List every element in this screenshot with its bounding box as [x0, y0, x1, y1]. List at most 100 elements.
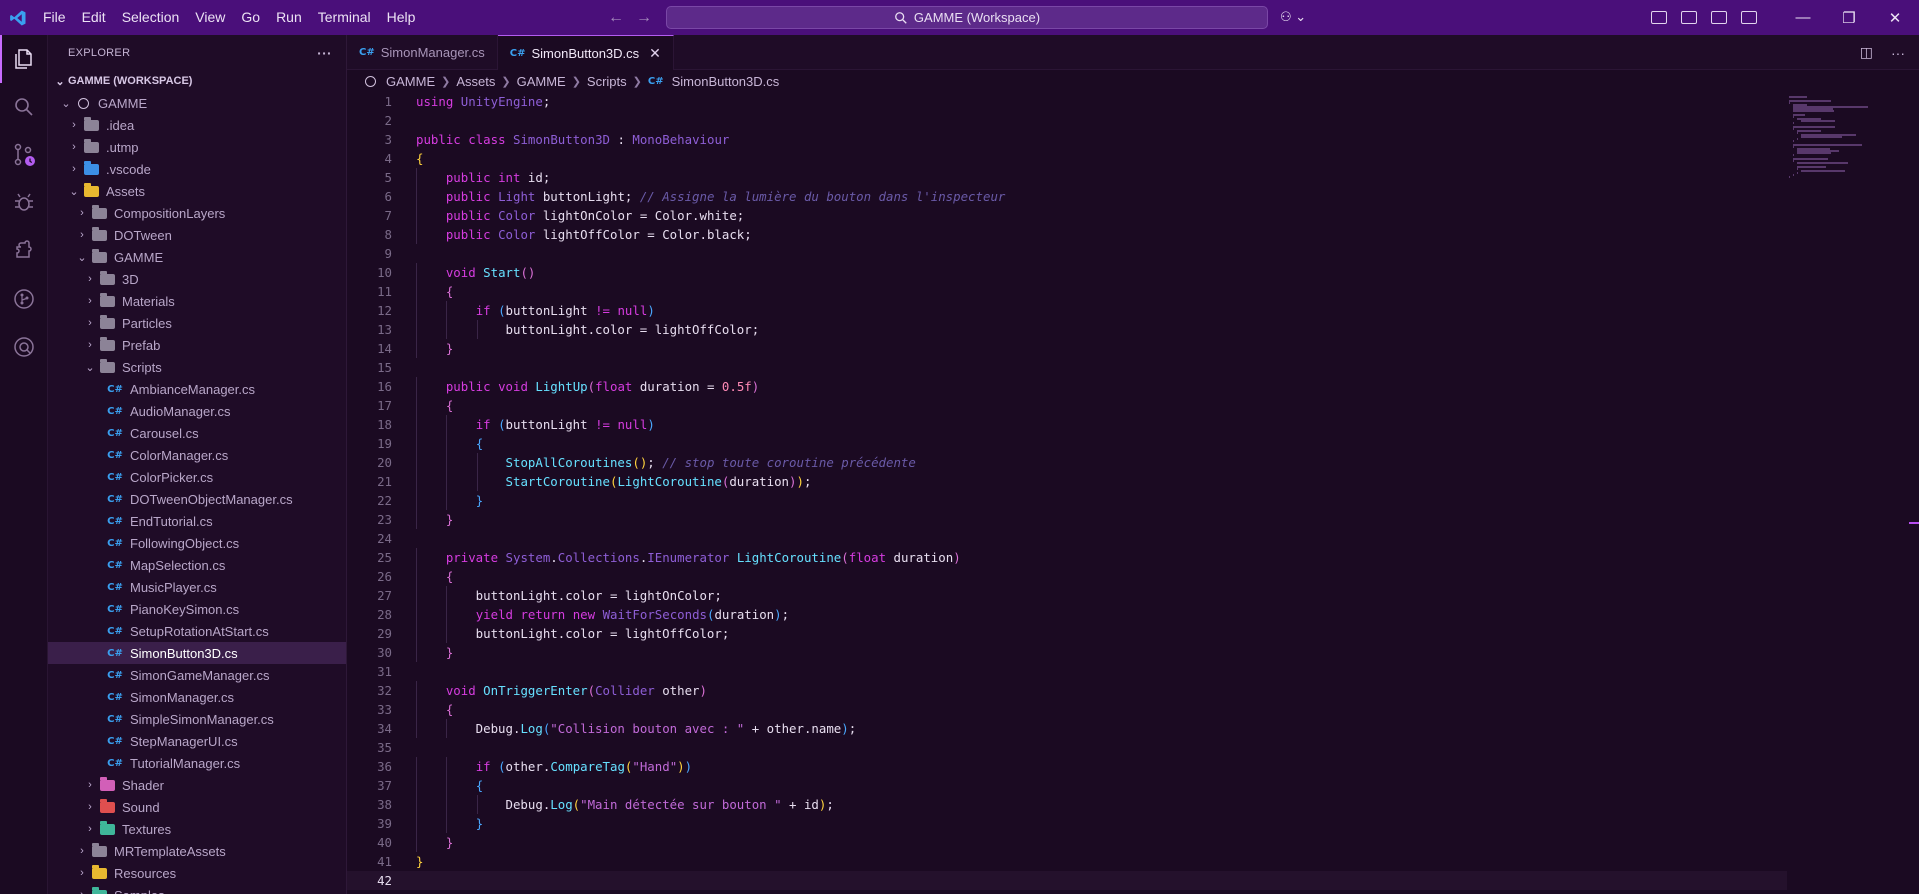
code-line[interactable]: 9 — [347, 244, 1787, 263]
run-debug-icon[interactable] — [0, 179, 48, 227]
breadcrumb-item[interactable]: SimonButton3D.cs — [672, 74, 780, 89]
code-line[interactable]: 35 — [347, 738, 1787, 757]
menu-help[interactable]: Help — [379, 0, 424, 35]
menu-run[interactable]: Run — [268, 0, 310, 35]
tab-simonmanager[interactable]: C# SimonManager.cs — [347, 35, 498, 70]
code-line[interactable]: 36 if (other.CompareTag("Hand")) — [347, 757, 1787, 776]
more-actions-icon[interactable]: ··· — [1891, 45, 1905, 61]
menu-selection[interactable]: Selection — [114, 0, 188, 35]
code-line[interactable]: 14 } — [347, 339, 1787, 358]
menu-file[interactable]: File — [35, 0, 74, 35]
code-line[interactable]: 26 { — [347, 567, 1787, 586]
file-item[interactable]: C# PianoKeySimon.cs — [48, 598, 346, 620]
code-line[interactable]: 22 } — [347, 491, 1787, 510]
code-line[interactable]: 31 — [347, 662, 1787, 681]
code-line[interactable]: 16 public void LightUp(float duration = … — [347, 377, 1787, 396]
code-editor[interactable]: 1 using UnityEngine; 2 3 public class SimonB… — [347, 92, 1787, 894]
code-line[interactable]: 17 { — [347, 396, 1787, 415]
code-line[interactable]: 23 } — [347, 510, 1787, 529]
menu-edit[interactable]: Edit — [74, 0, 114, 35]
forward-arrow-icon[interactable]: → — [636, 9, 652, 27]
folder-item[interactable]: ⌄ GAMME — [48, 246, 346, 268]
code-line[interactable]: 19 { — [347, 434, 1787, 453]
toggle-panel-icon[interactable] — [1711, 11, 1727, 24]
code-line[interactable]: 13 buttonLight.color = lightOffColor; — [347, 320, 1787, 339]
code-line[interactable]: 3 public class SimonButton3D : MonoBehavi… — [347, 130, 1787, 149]
code-line[interactable]: 24 — [347, 529, 1787, 548]
file-item[interactable]: C# AudioManager.cs — [48, 400, 346, 422]
breadcrumb-item[interactable]: Scripts — [587, 74, 627, 89]
file-item[interactable]: C# SetupRotationAtStart.cs — [48, 620, 346, 642]
folder-item[interactable]: › Shader — [48, 774, 346, 796]
file-item[interactable]: C# StepManagerUI.cs — [48, 730, 346, 752]
code-line[interactable]: 7 public Color lightOnColor = Color.whit… — [347, 206, 1787, 225]
code-line[interactable]: 38 Debug.Log("Main détectée sur bouton "… — [347, 795, 1787, 814]
code-line[interactable]: 40 } — [347, 833, 1787, 852]
folder-item[interactable]: › DOTween — [48, 224, 346, 246]
tab-simonbutton3d[interactable]: C# SimonButton3D.cs ✕ — [497, 35, 674, 70]
folder-item[interactable]: › .idea — [48, 114, 346, 136]
command-center-search[interactable]: GAMME (Workspace) — [666, 6, 1268, 29]
code-line[interactable]: 4{ — [347, 149, 1787, 168]
code-line[interactable]: 8 public Color lightOffColor = Color.bla… — [347, 225, 1787, 244]
file-item[interactable]: C# MapSelection.cs — [48, 554, 346, 576]
folder-item[interactable]: › .vscode — [48, 158, 346, 180]
restore-icon[interactable]: ❐ — [1826, 9, 1872, 27]
code-line[interactable]: 34 Debug.Log("Collision bouton avec : " … — [347, 719, 1787, 738]
code-line[interactable]: 29 buttonLight.color = lightOffColor; — [347, 624, 1787, 643]
file-item[interactable]: C# SimonGameManager.cs — [48, 664, 346, 686]
remote-explorer-icon[interactable] — [0, 323, 48, 371]
folder-item[interactable]: › CompositionLayers — [48, 202, 346, 224]
code-line[interactable]: 12 if (buttonLight != null) — [347, 301, 1787, 320]
code-line[interactable]: 15 — [347, 358, 1787, 377]
breadcrumb-item[interactable]: GAMME — [386, 74, 435, 89]
folder-item[interactable]: › Prefab — [48, 334, 346, 356]
file-item[interactable]: C# Carousel.cs — [48, 422, 346, 444]
toggle-secondary-sidebar-icon[interactable] — [1741, 11, 1757, 24]
file-item[interactable]: C# DOTweenObjectManager.cs — [48, 488, 346, 510]
file-item[interactable]: C# SimpleSimonManager.cs — [48, 708, 346, 730]
folder-item[interactable]: ⌄ Assets — [48, 180, 346, 202]
git-graph-icon[interactable] — [0, 275, 48, 323]
code-line[interactable]: 18 if (buttonLight != null) — [347, 415, 1787, 434]
code-line[interactable]: 10 void Start() — [347, 263, 1787, 282]
folder-item[interactable]: › Samples — [48, 884, 346, 894]
file-item[interactable]: C# ColorManager.cs — [48, 444, 346, 466]
file-item[interactable]: C# TutorialManager.cs — [48, 752, 346, 774]
breadcrumb-item[interactable]: Assets — [456, 74, 495, 89]
file-item[interactable]: C# AmbianceManager.cs — [48, 378, 346, 400]
code-line[interactable]: 6 public Light buttonLight; // Assigne l… — [347, 187, 1787, 206]
folder-item[interactable]: › MRTemplateAssets — [48, 840, 346, 862]
folder-item[interactable]: › 3D — [48, 268, 346, 290]
menu-view[interactable]: View — [187, 0, 233, 35]
source-control-icon[interactable] — [0, 131, 48, 179]
menu-terminal[interactable]: Terminal — [310, 0, 379, 35]
code-line[interactable]: 20 StopAllCoroutines(); // stop toute co… — [347, 453, 1787, 472]
code-line[interactable]: 1 using UnityEngine; — [347, 92, 1787, 111]
code-line[interactable]: 30 } — [347, 643, 1787, 662]
code-line[interactable]: 39 } — [347, 814, 1787, 833]
folder-item[interactable]: › Sound — [48, 796, 346, 818]
editor-scrollbar[interactable] — [1905, 92, 1919, 894]
file-item[interactable]: C# SimonButton3D.cs — [48, 642, 346, 664]
file-item[interactable]: C# SimonManager.cs — [48, 686, 346, 708]
code-line[interactable]: 37 { — [347, 776, 1787, 795]
customize-layout-icon[interactable] — [1651, 11, 1667, 24]
code-line[interactable]: 41} — [347, 852, 1787, 871]
folder-item[interactable]: › Textures — [48, 818, 346, 840]
folder-item[interactable]: › Resources — [48, 862, 346, 884]
workspace-header[interactable]: ⌄ GAMME (WORKSPACE) — [48, 70, 346, 92]
file-item[interactable]: C# FollowingObject.cs — [48, 532, 346, 554]
search-view-icon[interactable] — [0, 83, 48, 131]
file-item[interactable]: C# ColorPicker.cs — [48, 466, 346, 488]
code-line[interactable]: 11 { — [347, 282, 1787, 301]
code-line[interactable]: 32 void OnTriggerEnter(Collider other) — [347, 681, 1787, 700]
file-item[interactable]: C# EndTutorial.cs — [48, 510, 346, 532]
code-line[interactable]: 27 buttonLight.color = lightOnColor; — [347, 586, 1787, 605]
toggle-primary-sidebar-icon[interactable] — [1681, 11, 1697, 24]
menu-go[interactable]: Go — [233, 0, 268, 35]
file-item[interactable]: C# MusicPlayer.cs — [48, 576, 346, 598]
explorer-icon[interactable] — [0, 35, 48, 83]
code-line[interactable]: 28 yield return new WaitForSeconds(durat… — [347, 605, 1787, 624]
minimize-icon[interactable]: — — [1780, 9, 1826, 26]
